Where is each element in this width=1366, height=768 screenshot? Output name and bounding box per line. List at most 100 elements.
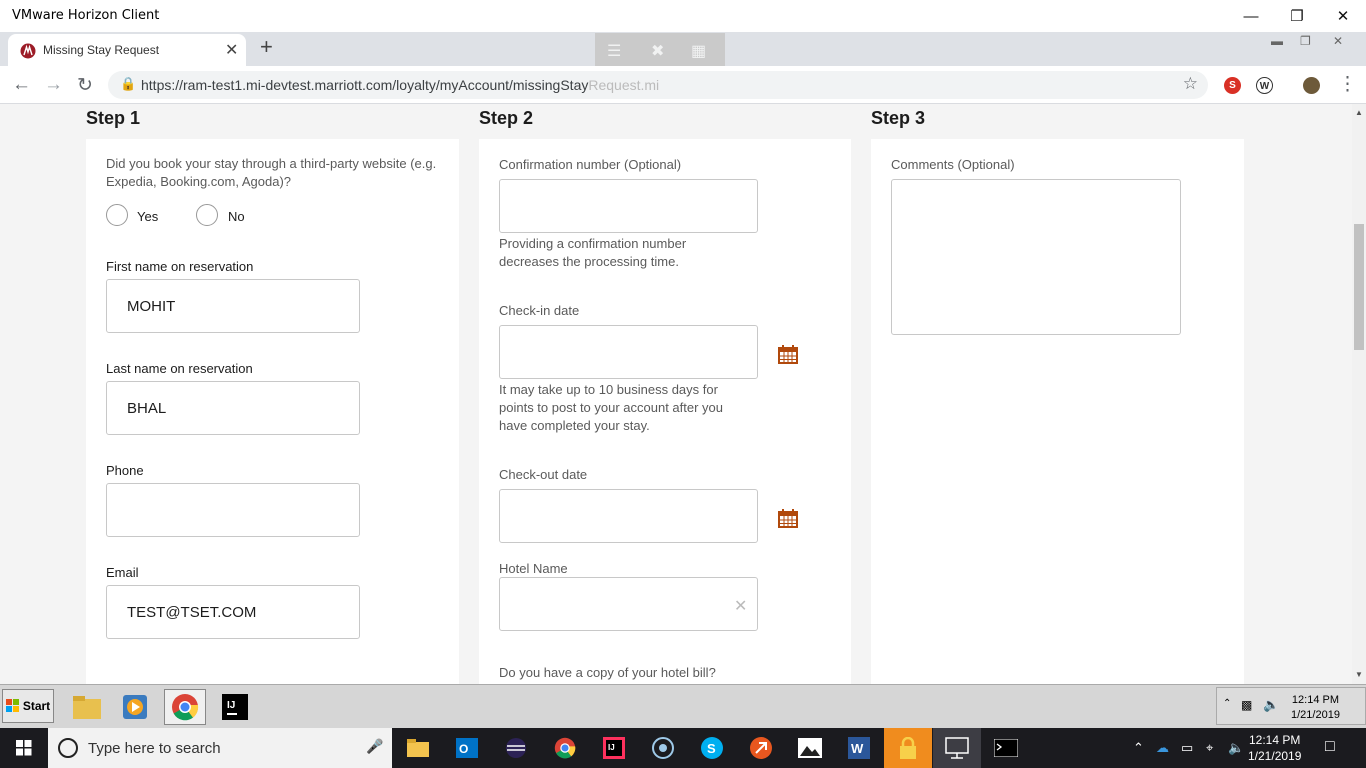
extension-w-icon[interactable]: W <box>1256 77 1273 94</box>
profile-avatar[interactable] <box>1303 77 1320 94</box>
host-word-task[interactable]: W <box>835 728 883 768</box>
bookmark-star-icon[interactable]: ☆ <box>1183 74 1198 94</box>
chrome-task[interactable] <box>164 689 206 725</box>
host-git-task[interactable] <box>737 728 785 768</box>
comments-field[interactable] <box>891 179 1181 335</box>
skype-icon: S <box>701 737 723 759</box>
email-field[interactable] <box>106 585 360 639</box>
last-name-label: Last name on reservation <box>106 361 253 376</box>
host-start-button[interactable] <box>0 728 48 768</box>
host-clock[interactable]: 12:14 PM 1/21/2019 <box>1248 732 1301 764</box>
tab-missing-stay-request[interactable]: Missing Stay Request ✕ <box>8 34 246 66</box>
host-clock-date: 1/21/2019 <box>1248 749 1302 763</box>
host-explorer-task[interactable] <box>394 728 442 768</box>
inner-close-icon[interactable]: ✕ <box>1333 34 1343 48</box>
radio-no-label: No <box>228 209 245 224</box>
remote-clock-time: 12:14 PM <box>1291 694 1340 706</box>
lock-icon <box>900 737 916 759</box>
inner-minimize-icon[interactable]: ▬ <box>1271 34 1283 48</box>
windows-logo-icon <box>16 740 32 756</box>
scroll-up-icon[interactable]: ▲ <box>1355 108 1363 117</box>
tray-expand-icon[interactable]: ⌃ <box>1223 698 1231 709</box>
host-terminal-task[interactable] <box>982 728 1030 768</box>
notification-icon[interactable]: □ <box>1325 738 1335 756</box>
media-player-task[interactable] <box>114 689 156 725</box>
page-scrollbar[interactable]: ▲ ▼ <box>1352 104 1366 684</box>
url-faded: Request.mi <box>588 77 660 93</box>
host-clock-time: 12:14 PM <box>1249 733 1301 747</box>
inner-restore-icon[interactable]: ❐ <box>1300 34 1311 48</box>
checkout-calendar-icon[interactable] <box>778 509 798 528</box>
host-skype-task[interactable]: S <box>688 728 736 768</box>
reload-icon[interactable]: ↻ <box>77 74 93 97</box>
window-title: VMware Horizon Client <box>12 8 160 23</box>
checkout-label: Check-out date <box>499 467 588 482</box>
file-explorer-task[interactable] <box>66 689 108 725</box>
clear-icon[interactable]: ✕ <box>734 596 747 616</box>
first-name-label: First name on reservation <box>106 259 254 274</box>
forward-arrow-icon[interactable]: → <box>44 74 63 96</box>
scroll-down-icon[interactable]: ▼ <box>1355 670 1363 679</box>
onedrive-icon[interactable]: ☁ <box>1156 740 1169 756</box>
host-photos-task[interactable] <box>786 728 834 768</box>
minimize-button[interactable]: — <box>1228 0 1274 32</box>
phone-field[interactable] <box>106 483 360 537</box>
microphone-icon[interactable]: 🎤 <box>366 738 383 755</box>
address-bar[interactable]: 🔒 https://ram-test1.mi-devtest.marriott.… <box>108 71 1208 99</box>
checkin-calendar-icon[interactable] <box>778 345 798 364</box>
url-text[interactable]: https://ram-test1.mi-devtest.marriott.co… <box>141 77 659 93</box>
host-lock-app-task[interactable] <box>884 728 932 768</box>
extension-s-icon[interactable]: S <box>1224 77 1241 94</box>
host-eclipse-task[interactable] <box>492 728 540 768</box>
volume-icon[interactable]: 🔈 <box>1263 697 1279 713</box>
new-tab-button[interactable]: + <box>260 34 273 60</box>
host-search-box[interactable]: Type here to search 🎤 <box>48 728 392 768</box>
restore-button[interactable]: ❐ <box>1274 0 1320 32</box>
last-name-field[interactable] <box>106 381 360 435</box>
lock-icon: 🔒 <box>120 76 137 91</box>
start-label: Start <box>22 699 51 713</box>
remote-start-button[interactable]: Start <box>2 689 54 723</box>
first-name-field[interactable] <box>106 279 360 333</box>
confirmation-field[interactable] <box>499 179 758 233</box>
host-intellij-task[interactable]: IJ <box>590 728 638 768</box>
radio-yes[interactable] <box>106 204 128 226</box>
media-player-icon <box>123 695 147 719</box>
remote-desktop-icon <box>945 737 969 759</box>
wifi-icon[interactable]: ⌖ <box>1206 740 1213 756</box>
vmware-floating-toolbar[interactable]: ☰ ✖ ▦ <box>595 33 725 67</box>
url-main: https://ram-test1.mi-devtest.marriott.co… <box>141 77 589 93</box>
radio-yes-label: Yes <box>137 209 159 224</box>
radio-no[interactable] <box>196 204 218 226</box>
checkin-date-field[interactable] <box>499 325 758 379</box>
checkout-date-field[interactable] <box>499 489 758 543</box>
host-circle-app-task[interactable] <box>639 728 687 768</box>
circle-app-icon <box>652 737 674 759</box>
hotel-name-label: Hotel Name <box>499 561 568 576</box>
back-arrow-icon[interactable]: ← <box>12 74 31 96</box>
host-vmware-task[interactable] <box>933 728 981 768</box>
remote-system-tray: ⌃ ▩ 🔈 12:14 PM 1/21/2019 <box>1216 687 1366 725</box>
svg-text:IJ: IJ <box>608 743 615 752</box>
disconnect-icon[interactable]: ✖ <box>651 41 664 61</box>
show-hidden-icons-icon[interactable]: ⌃ <box>1133 740 1144 756</box>
close-window-button[interactable]: ✕ <box>1320 0 1366 32</box>
tab-close-icon[interactable]: ✕ <box>225 40 238 60</box>
hotel-name-field[interactable] <box>499 577 758 631</box>
network-icon[interactable]: ▩ <box>1241 698 1252 712</box>
menu-kebab-icon[interactable]: ⋮ <box>1338 73 1357 96</box>
photos-icon <box>798 738 822 758</box>
folder-icon <box>407 739 429 757</box>
chrome-icon <box>554 737 576 759</box>
battery-icon[interactable]: ▭ <box>1181 740 1193 756</box>
intellij-task[interactable]: IJ <box>214 689 256 725</box>
scroll-thumb[interactable] <box>1354 224 1364 350</box>
word-icon: W <box>848 737 870 759</box>
remote-clock[interactable]: 12:14 PM 1/21/2019 <box>1291 693 1340 723</box>
display-icon[interactable]: ▦ <box>691 41 706 61</box>
step1-card: Did you book your stay through a third-p… <box>86 139 459 684</box>
host-chrome-task[interactable] <box>541 728 589 768</box>
host-outlook-task[interactable]: O <box>443 728 491 768</box>
volume-icon[interactable]: 🔈 <box>1228 740 1244 756</box>
menu-icon[interactable]: ☰ <box>607 41 621 61</box>
